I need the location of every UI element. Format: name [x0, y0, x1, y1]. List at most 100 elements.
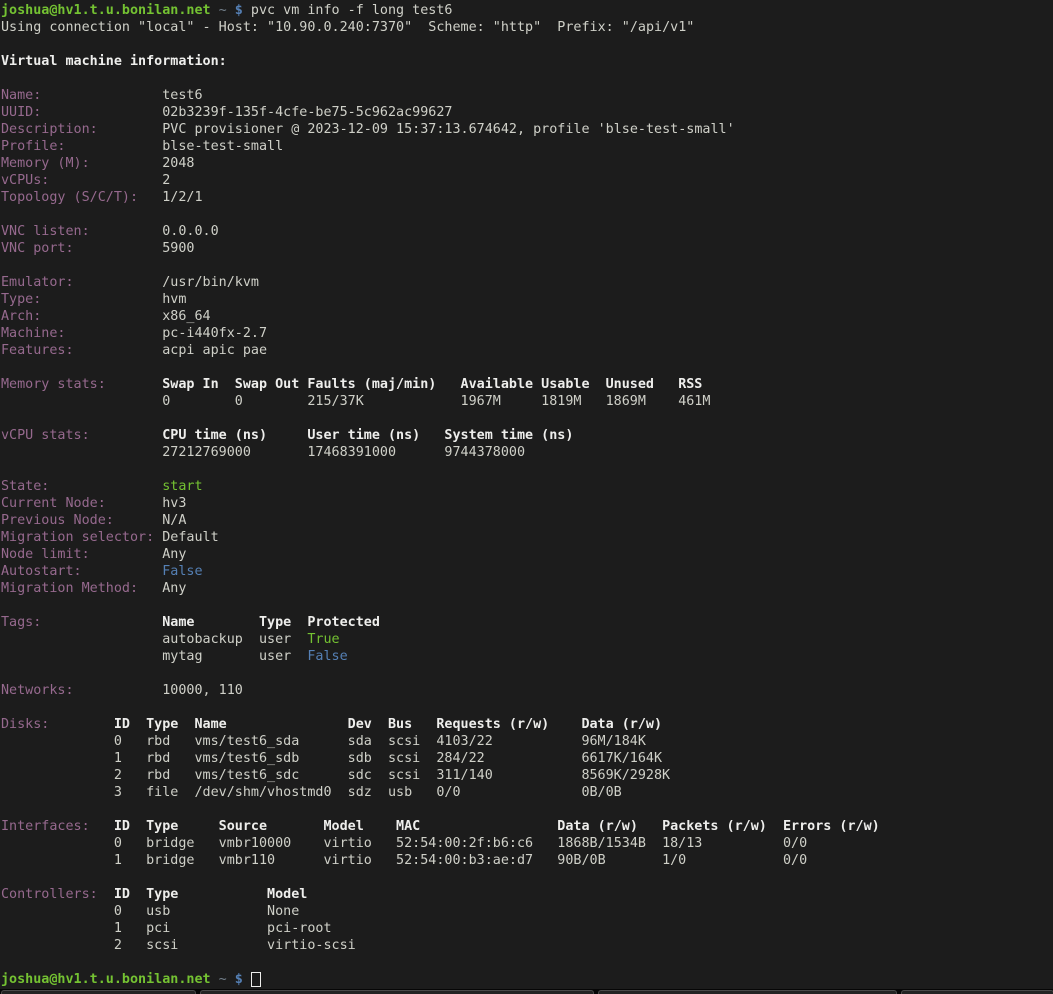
taskbar-button-edge[interactable] — [200, 990, 594, 994]
terminal-line — [1, 597, 1053, 614]
terminal[interactable]: joshua@hv1.t.u.bonilan.net~$pvc vm info … — [0, 0, 1053, 989]
terminal-line: Profile: blse-test-small — [1, 138, 1053, 155]
text-run: 18/13 — [662, 835, 702, 852]
text-run: vCPUs: — [1, 172, 49, 189]
text-run: Dev — [348, 716, 372, 733]
text-run: PVC provisioner @ 2023-12-09 15:37:13.67… — [162, 121, 734, 138]
text-run: N/A — [162, 512, 186, 529]
text-run: Features: — [1, 342, 74, 359]
text-run: MAC — [396, 818, 420, 835]
text-run: vmbr10000 — [219, 835, 292, 852]
terminal-line: Features:acpi apic pae — [1, 342, 1053, 359]
text-run: /usr/bin/kvm — [162, 274, 259, 291]
text-run: True — [307, 631, 339, 648]
terminal-line: Memory (M):2048 — [1, 155, 1053, 172]
text-run: 0 — [235, 393, 243, 410]
text-run: 1819M — [541, 393, 581, 410]
text-run: VNC port: — [1, 240, 74, 257]
terminal-line: Name: test6 — [1, 87, 1053, 104]
text-run: Data (r/w) — [581, 716, 662, 733]
text-run: Usable — [541, 376, 589, 393]
text-run: Migration selector: — [1, 529, 154, 546]
terminal-line: Node limit:Any — [1, 546, 1053, 563]
terminal-line: Machine:pc-i440fx-2.7 — [1, 325, 1053, 342]
text-run: 2 — [114, 767, 122, 784]
text-run: 9744378000 — [444, 444, 525, 461]
text-run: 1 — [114, 750, 122, 767]
text-run: Name: — [1, 87, 41, 104]
text-run: 0.0.0.0 — [162, 223, 218, 240]
text-run: RSS — [678, 376, 702, 393]
text-run: Disks: — [1, 716, 49, 733]
terminal-line: Autostart:False — [1, 563, 1053, 580]
text-run: pci-root — [267, 920, 332, 937]
text-run: blse-test-small — [162, 138, 283, 155]
terminal-line: VNC listen: 0.0.0.0 — [1, 223, 1053, 240]
text-run: Source — [219, 818, 267, 835]
text-run: VNC listen: — [1, 223, 90, 240]
text-run: Profile: — [1, 138, 66, 155]
text-run: bridge — [146, 835, 194, 852]
terminal-line: Controllers:IDTypeModel — [1, 886, 1053, 903]
text-run: Default — [162, 529, 218, 546]
text-run: scsi — [388, 733, 420, 750]
text-run: sda — [348, 733, 372, 750]
terminal-line — [1, 206, 1053, 223]
text-run: pvc vm info -f long test6 — [251, 2, 453, 19]
terminal-line — [1, 699, 1053, 716]
text-run: Description: — [1, 121, 98, 138]
text-run: $ — [235, 971, 243, 988]
text-run: Topology (S/C/T): — [1, 189, 138, 206]
text-run: 1967M — [461, 393, 501, 410]
terminal-line — [1, 954, 1053, 971]
text-run: scsi — [388, 750, 420, 767]
terminal-line: 27212769000174683910009744378000 — [1, 444, 1053, 461]
text-run: State: — [1, 478, 49, 495]
text-run: 96M/184K — [581, 733, 646, 750]
text-run: Memory stats: — [1, 376, 106, 393]
taskbar-button-edge[interactable] — [598, 990, 897, 994]
terminal-line: 1pcipci-root — [1, 920, 1053, 937]
terminal-line: Emulator: /usr/bin/kvm — [1, 274, 1053, 291]
text-run: pci — [146, 920, 170, 937]
text-run: 0B/0B — [581, 784, 621, 801]
text-run: mytag — [162, 648, 202, 665]
text-run: Swap In — [162, 376, 218, 393]
text-run: ID — [114, 886, 130, 903]
text-run: Errors (r/w) — [783, 818, 880, 835]
terminal-line: 0bridgevmbr10000virtio52:54:00:2f:b6:c61… — [1, 835, 1053, 852]
text-run: test6 — [162, 87, 202, 104]
text-run: bridge — [146, 852, 194, 869]
terminal-cursor[interactable] — [251, 972, 261, 987]
terminal-line: Topology (S/C/T): 1/2/1 — [1, 189, 1053, 206]
text-run: 8569K/2928K — [581, 767, 670, 784]
text-run: Data (r/w) — [557, 818, 638, 835]
terminal-line: Previous Node:N/A — [1, 512, 1053, 529]
text-run: scsi — [388, 767, 420, 784]
text-run: Bus — [388, 716, 412, 733]
text-run: joshua@hv1.t.u.bonilan.net — [1, 2, 211, 19]
terminal-line: 0usbNone — [1, 903, 1053, 920]
text-run: Name — [162, 614, 194, 631]
text-run: Networks: — [1, 682, 74, 699]
terminal-line: Using connection "local" - Host: "10.90.… — [1, 19, 1053, 36]
terminal-line: vCPU stats:CPU time (ns)User time (ns)Sy… — [1, 427, 1053, 444]
text-run: Name — [194, 716, 226, 733]
text-run: 6617K/164K — [581, 750, 662, 767]
terminal-line: Tags:NameTypeProtected — [1, 614, 1053, 631]
text-run: 0 — [162, 393, 170, 410]
text-run: 52:54:00:2f:b6:c6 — [396, 835, 533, 852]
text-run: vms/test6_sda — [194, 733, 299, 750]
text-run: file — [146, 784, 178, 801]
terminal-line: 00215/37K1967M1819M1869M461M — [1, 393, 1053, 410]
text-run: 1/2/1 — [162, 189, 202, 206]
text-run: Emulator: — [1, 274, 74, 291]
terminal-line: Virtual machine information: — [1, 53, 1053, 70]
text-run: Type — [259, 614, 291, 631]
taskbar-button-edge[interactable] — [1, 990, 196, 994]
text-run: 1869M — [606, 393, 646, 410]
taskbar-button-edge[interactable] — [901, 990, 1053, 994]
text-run: System time (ns) — [444, 427, 573, 444]
text-run: autobackup — [162, 631, 243, 648]
text-run: 1/0 — [662, 852, 686, 869]
